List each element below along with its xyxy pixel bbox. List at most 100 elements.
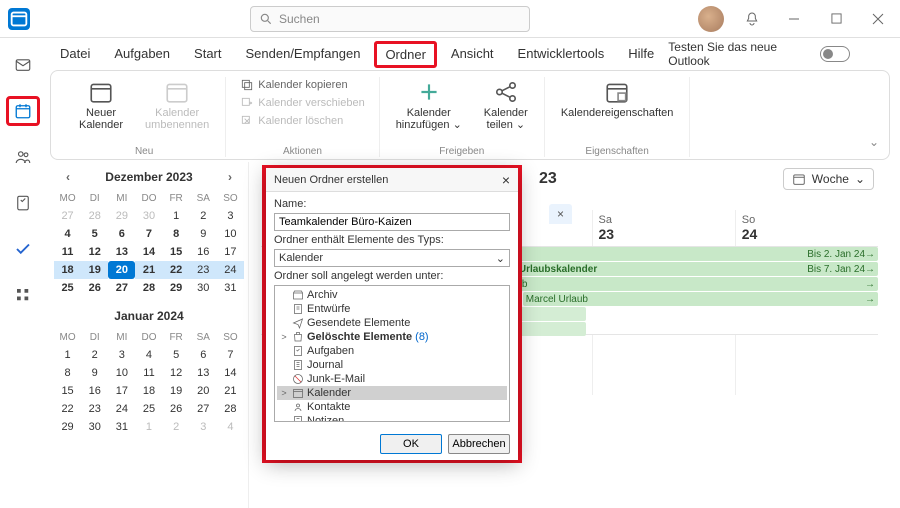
- notifications-icon[interactable]: [738, 5, 766, 33]
- minical-day[interactable]: 2: [190, 207, 217, 225]
- minical-day[interactable]: 8: [54, 364, 81, 382]
- tree-item-calendar[interactable]: >Kalender: [277, 386, 507, 400]
- minical-day[interactable]: 13: [108, 243, 135, 261]
- minical-day[interactable]: 30: [135, 207, 162, 225]
- minical-day[interactable]: 27: [190, 400, 217, 418]
- minical-day[interactable]: 1: [163, 207, 190, 225]
- minical-day[interactable]: 24: [108, 400, 135, 418]
- minical-day[interactable]: 19: [81, 261, 108, 279]
- folder-tree[interactable]: ArchivEntwürfeGesendete Elemente>Gelösch…: [274, 285, 510, 422]
- minical-day[interactable]: 18: [135, 382, 162, 400]
- menu-ansicht[interactable]: Ansicht: [441, 41, 504, 68]
- move-calendar-button[interactable]: Kalender verschieben: [236, 95, 368, 111]
- minical-day[interactable]: 10: [108, 364, 135, 382]
- more-apps-icon[interactable]: [6, 280, 40, 310]
- tree-item-contacts[interactable]: Kontakte: [277, 400, 507, 414]
- next-month-button[interactable]: ›: [222, 170, 238, 184]
- minical-day[interactable]: 29: [163, 279, 190, 297]
- minical-day[interactable]: 27: [108, 279, 135, 297]
- minical-day[interactable]: 16: [190, 243, 217, 261]
- ok-button[interactable]: OK: [380, 434, 442, 454]
- tree-item-sent[interactable]: Gesendete Elemente: [277, 316, 507, 330]
- menu-ordner[interactable]: Ordner: [374, 41, 436, 68]
- menu-datei[interactable]: Datei: [50, 41, 100, 68]
- minical-day[interactable]: 31: [217, 279, 244, 297]
- minical-day[interactable]: 3: [108, 346, 135, 364]
- minical-day[interactable]: 5: [163, 346, 190, 364]
- minical-day[interactable]: 2: [163, 418, 190, 436]
- dialog-close-button[interactable]: ×: [502, 172, 510, 188]
- minical-day[interactable]: 28: [217, 400, 244, 418]
- prev-month-button[interactable]: ‹: [60, 170, 76, 184]
- minical-day[interactable]: 11: [54, 243, 81, 261]
- minical-day[interactable]: 24: [217, 261, 244, 279]
- minical-day[interactable]: 7: [217, 346, 244, 364]
- minical-day[interactable]: 10: [217, 225, 244, 243]
- maximize-button[interactable]: [822, 5, 850, 33]
- minical-day[interactable]: 17: [108, 382, 135, 400]
- tree-item-junk[interactable]: Junk-E-Mail: [277, 372, 507, 386]
- new-calendar-button[interactable]: Neuer Kalender: [73, 77, 129, 133]
- cancel-button[interactable]: Abbrechen: [448, 434, 510, 454]
- calendar-tab-close[interactable]: ×: [549, 204, 572, 224]
- minical-day[interactable]: 3: [217, 207, 244, 225]
- minical-day[interactable]: 1: [135, 418, 162, 436]
- calendar-properties-button[interactable]: Kalendereigenschaften: [555, 77, 680, 121]
- minical-day[interactable]: 12: [81, 243, 108, 261]
- todo-icon[interactable]: [6, 234, 40, 264]
- minical-day[interactable]: 14: [135, 243, 162, 261]
- minical-day[interactable]: 19: [163, 382, 190, 400]
- minical-day[interactable]: 4: [135, 346, 162, 364]
- tree-item-archive[interactable]: Archiv: [277, 288, 507, 302]
- minical-day[interactable]: 23: [190, 261, 217, 279]
- copy-calendar-button[interactable]: Kalender kopieren: [236, 77, 368, 93]
- view-mode-dropdown[interactable]: Woche ⌄: [783, 168, 874, 190]
- minical-day[interactable]: 21: [135, 261, 162, 279]
- minical-day[interactable]: 15: [163, 243, 190, 261]
- minical-day[interactable]: 25: [54, 279, 81, 297]
- ribbon-collapse-icon[interactable]: ⌄: [869, 135, 879, 149]
- minical-day[interactable]: 21: [217, 382, 244, 400]
- minical-day[interactable]: 28: [135, 279, 162, 297]
- folder-type-select[interactable]: Kalender⌄: [274, 249, 510, 267]
- tree-item-notes[interactable]: Notizen: [277, 414, 507, 422]
- menu-hilfe[interactable]: Hilfe: [618, 41, 664, 68]
- minical-day[interactable]: 1: [54, 346, 81, 364]
- minical-day[interactable]: 4: [217, 418, 244, 436]
- tree-item-journal[interactable]: Journal: [277, 358, 507, 372]
- calendar-nav-icon[interactable]: [6, 96, 40, 126]
- tasks-nav-icon[interactable]: [6, 188, 40, 218]
- minical-day[interactable]: 27: [54, 207, 81, 225]
- minical-day[interactable]: 11: [135, 364, 162, 382]
- day-header[interactable]: So24: [735, 210, 878, 246]
- rename-calendar-button[interactable]: Kalender umbenennen: [139, 77, 215, 133]
- menu-entwicklertools[interactable]: Entwicklertools: [508, 41, 615, 68]
- people-icon[interactable]: [6, 142, 40, 172]
- menu-start[interactable]: Start: [184, 41, 231, 68]
- minical-day[interactable]: 2: [81, 346, 108, 364]
- delete-calendar-button[interactable]: Kalender löschen: [236, 113, 368, 129]
- minical-day[interactable]: 15: [54, 382, 81, 400]
- minical-day[interactable]: 8: [163, 225, 190, 243]
- avatar[interactable]: [698, 6, 724, 32]
- minical-day[interactable]: 16: [81, 382, 108, 400]
- minical-day[interactable]: 14: [217, 364, 244, 382]
- tree-item-trash[interactable]: >Gelöschte Elemente (8): [277, 330, 507, 344]
- minical-day[interactable]: 6: [108, 225, 135, 243]
- tree-item-tasks[interactable]: Aufgaben: [277, 344, 507, 358]
- search-box[interactable]: Suchen: [250, 6, 530, 32]
- minical-day[interactable]: 4: [54, 225, 81, 243]
- minical-day[interactable]: 6: [190, 346, 217, 364]
- minical-day[interactable]: 22: [163, 261, 190, 279]
- minical-day[interactable]: 22: [54, 400, 81, 418]
- minimize-button[interactable]: [780, 5, 808, 33]
- event-marcel[interactable]: Marcel Urlaub→: [523, 292, 878, 306]
- minical-day[interactable]: 29: [54, 418, 81, 436]
- try-new-toggle[interactable]: [820, 46, 850, 62]
- minical-day[interactable]: 23: [81, 400, 108, 418]
- minical-day[interactable]: 3: [190, 418, 217, 436]
- minical-day[interactable]: 7: [135, 225, 162, 243]
- minical-day[interactable]: 31: [108, 418, 135, 436]
- minical-day[interactable]: 13: [190, 364, 217, 382]
- folder-name-input[interactable]: [274, 213, 510, 231]
